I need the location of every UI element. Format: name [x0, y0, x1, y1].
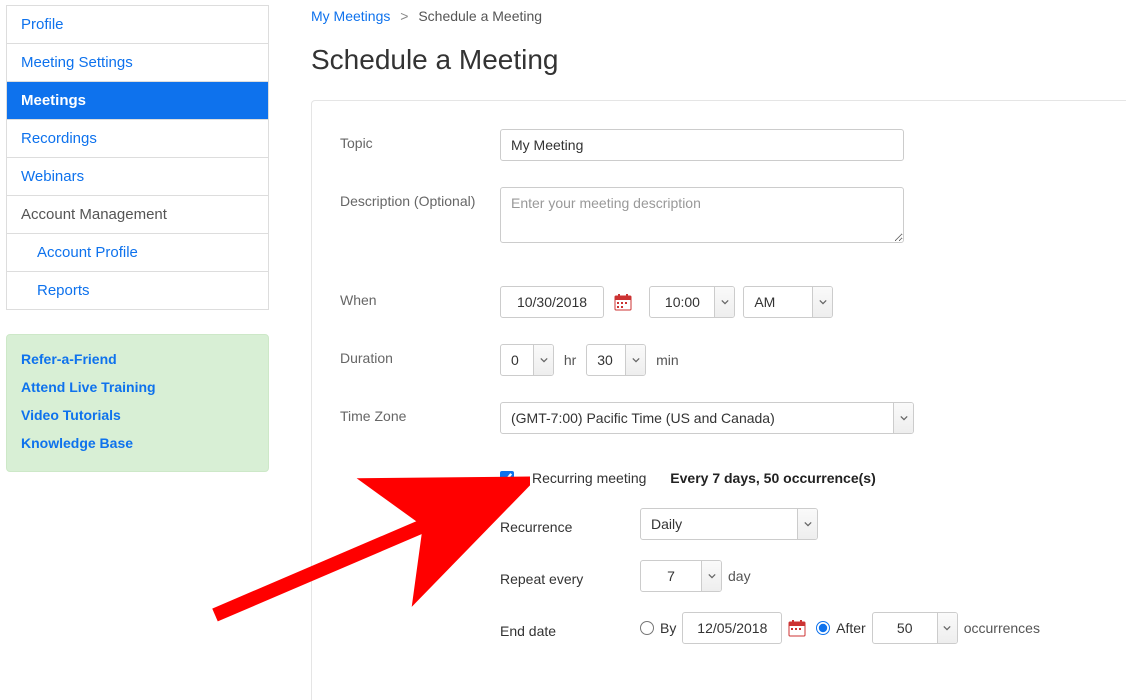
end-by-date-value: 12/05/2018: [683, 620, 781, 636]
timezone-label: Time Zone: [340, 402, 500, 424]
recurrence-select[interactable]: Daily: [640, 508, 818, 540]
promo-box: Refer-a-Friend Attend Live Training Vide…: [6, 334, 269, 472]
when-label: When: [340, 286, 500, 308]
sidebar-item-recordings[interactable]: Recordings: [7, 120, 268, 158]
calendar-icon[interactable]: [614, 293, 632, 311]
sidebar-item-webinars[interactable]: Webinars: [7, 158, 268, 196]
when-date-select[interactable]: 10/30/2018: [500, 286, 604, 318]
recurring-summary: Every 7 days, 50 occurrence(s): [670, 470, 875, 486]
end-by-radio[interactable]: [640, 621, 654, 635]
breadcrumb-sep: >: [400, 8, 408, 24]
recurrence-label: Recurrence: [500, 513, 640, 535]
end-by-date-select[interactable]: 12/05/2018: [682, 612, 782, 644]
breadcrumb: My Meetings > Schedule a Meeting: [311, 8, 1126, 24]
end-after-value: 50: [873, 620, 937, 636]
duration-min-unit: min: [656, 352, 679, 368]
promo-link-refer[interactable]: Refer-a-Friend: [21, 351, 254, 367]
enddate-label: End date: [500, 617, 640, 639]
sidebar-item-profile[interactable]: Profile: [7, 6, 268, 44]
end-after-unit: occurrences: [964, 620, 1040, 636]
sidebar-item-account-management: Account Management: [7, 196, 268, 234]
duration-min-select[interactable]: 30: [586, 344, 646, 376]
breadcrumb-current: Schedule a Meeting: [418, 8, 542, 24]
breadcrumb-parent[interactable]: My Meetings: [311, 8, 390, 24]
duration-hr-select[interactable]: 0: [500, 344, 554, 376]
end-by-label: By: [660, 620, 676, 636]
chevron-down-icon: [533, 345, 553, 375]
duration-min-value: 30: [587, 352, 625, 368]
timezone-select[interactable]: (GMT-7:00) Pacific Time (US and Canada): [500, 402, 914, 434]
sidebar-nav: Profile Meeting Settings Meetings Record…: [6, 5, 269, 310]
recurring-checkbox-label: Recurring meeting: [532, 470, 646, 486]
when-ampm-select[interactable]: AM: [743, 286, 833, 318]
recurring-checkbox[interactable]: [500, 471, 514, 485]
sidebar-item-account-profile[interactable]: Account Profile: [7, 234, 268, 272]
duration-hr-value: 0: [501, 352, 533, 368]
promo-link-tutorials[interactable]: Video Tutorials: [21, 407, 254, 423]
repeat-label: Repeat every: [500, 565, 640, 587]
sidebar-item-meetings[interactable]: Meetings: [7, 82, 268, 120]
when-time-select[interactable]: 10:00: [649, 286, 735, 318]
promo-link-knowledge-base[interactable]: Knowledge Base: [21, 435, 254, 451]
chevron-down-icon: [797, 509, 817, 539]
recurrence-value: Daily: [641, 516, 797, 532]
end-after-select[interactable]: 50: [872, 612, 958, 644]
duration-label: Duration: [340, 344, 500, 366]
timezone-value: (GMT-7:00) Pacific Time (US and Canada): [501, 410, 893, 426]
chevron-down-icon: [701, 561, 721, 591]
calendar-icon[interactable]: [788, 619, 806, 637]
chevron-down-icon: [625, 345, 645, 375]
sidebar-item-meeting-settings[interactable]: Meeting Settings: [7, 44, 268, 82]
chevron-down-icon: [893, 403, 913, 433]
promo-link-training[interactable]: Attend Live Training: [21, 379, 254, 395]
sidebar: Profile Meeting Settings Meetings Record…: [0, 0, 275, 700]
description-label: Description (Optional): [340, 187, 500, 209]
repeat-select[interactable]: 7: [640, 560, 722, 592]
when-date-value: 10/30/2018: [501, 294, 603, 310]
duration-hr-unit: hr: [564, 352, 576, 368]
repeat-unit: day: [728, 568, 751, 584]
end-after-label: After: [836, 620, 866, 636]
chevron-down-icon: [714, 287, 734, 317]
topic-label: Topic: [340, 129, 500, 151]
topic-input[interactable]: [500, 129, 904, 161]
chevron-down-icon: [937, 613, 957, 643]
end-after-radio[interactable]: [816, 621, 830, 635]
form-panel: Topic Description (Optional) When 10/30/…: [311, 100, 1126, 700]
chevron-down-icon: [812, 287, 832, 317]
description-textarea[interactable]: [500, 187, 904, 243]
when-ampm-value: AM: [744, 294, 812, 310]
main-content: My Meetings > Schedule a Meeting Schedul…: [275, 0, 1126, 700]
repeat-value: 7: [641, 568, 701, 584]
sidebar-item-reports[interactable]: Reports: [7, 272, 268, 310]
when-time-value: 10:00: [650, 294, 714, 310]
page-title: Schedule a Meeting: [311, 44, 1126, 76]
